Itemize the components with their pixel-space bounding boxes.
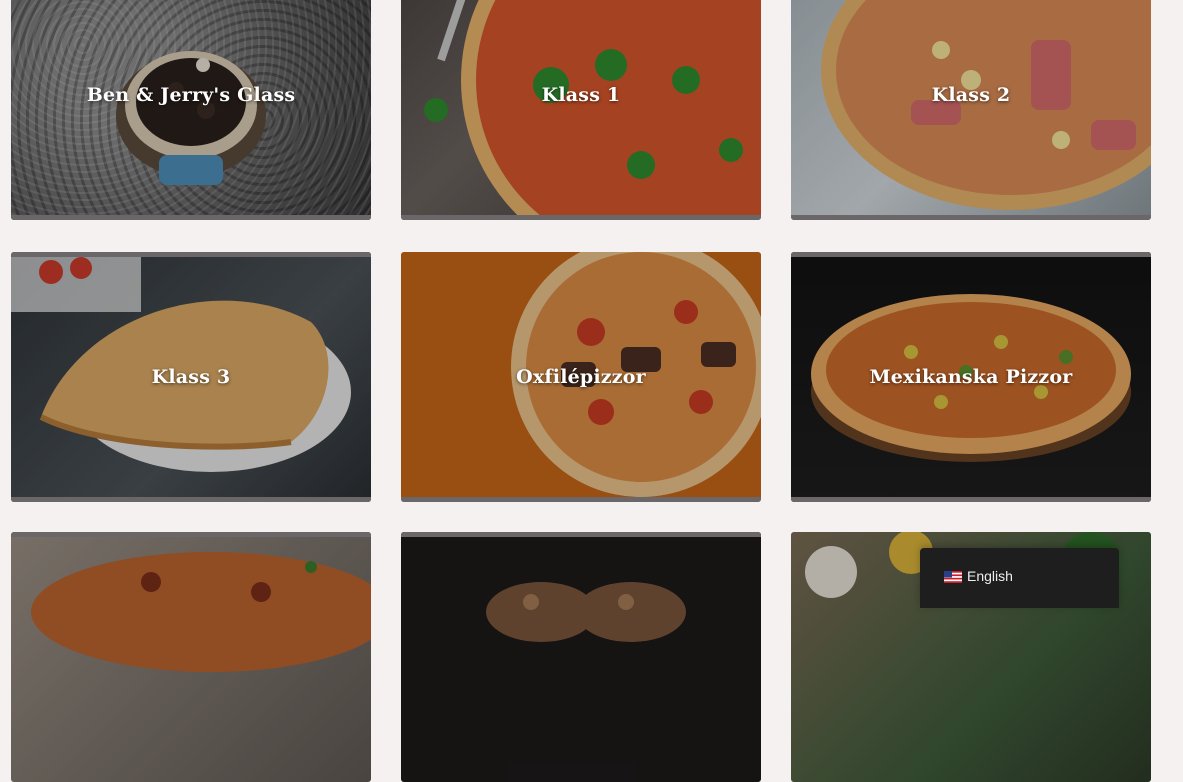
language-switcher[interactable]: English <box>920 548 1119 608</box>
category-card-row3-1[interactable] <box>11 532 371 782</box>
category-grid: Ben & Jerry's Glass Klass 1 Klass 2 Klas… <box>0 0 1183 782</box>
category-card-klass-1[interactable]: Klass 1 <box>401 0 761 220</box>
card-bottom-bar <box>401 497 761 502</box>
category-card-ben-jerrys-glass[interactable]: Ben & Jerry's Glass <box>11 0 371 220</box>
us-flag-icon <box>944 571 962 583</box>
card-top-bar <box>401 532 761 537</box>
card-bottom-bar <box>11 497 371 502</box>
category-card-klass-3[interactable]: Klass 3 <box>11 252 371 502</box>
card-top-bar <box>791 252 1151 257</box>
category-card-oxfilepizzor[interactable]: Oxfilépizzor <box>401 252 761 502</box>
category-card-row3-2[interactable] <box>401 532 761 782</box>
card-top-bar <box>11 252 371 257</box>
category-card-klass-2[interactable]: Klass 2 <box>791 0 1151 220</box>
card-title: Ben & Jerry's Glass <box>86 84 296 106</box>
card-title: Mexikanska Pizzor <box>869 366 1073 388</box>
card-title: Klass 2 <box>931 84 1011 106</box>
card-title: Klass 1 <box>541 84 621 106</box>
card-bottom-bar <box>401 215 761 220</box>
category-card-mexikanska-pizzor[interactable]: Mexikanska Pizzor <box>791 252 1151 502</box>
card-bottom-bar <box>791 215 1151 220</box>
card-title: Oxfilépizzor <box>516 366 646 388</box>
card-bottom-bar <box>791 497 1151 502</box>
card-title: Klass 3 <box>151 366 231 388</box>
card-top-bar <box>11 532 371 537</box>
card-bottom-bar <box>11 215 371 220</box>
language-label: English <box>967 568 1013 584</box>
